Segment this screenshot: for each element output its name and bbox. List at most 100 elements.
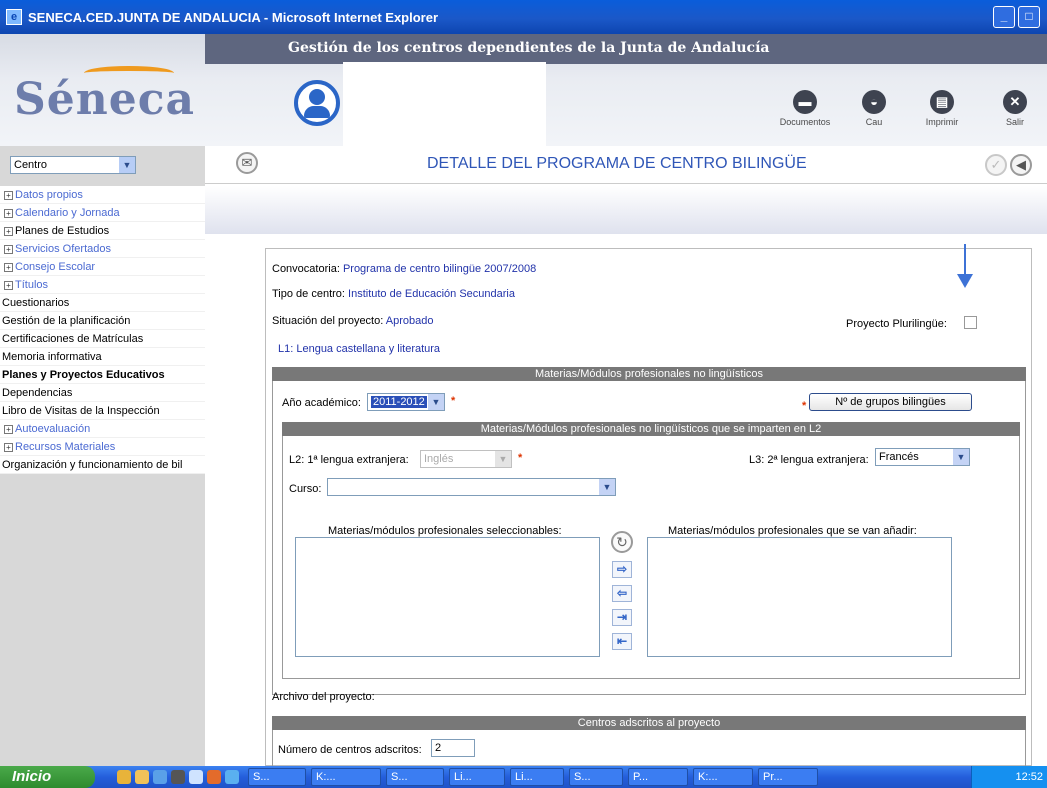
windows-taskbar: Inicio S... K:... S... Li... Li... S... P... K:… (0, 766, 1047, 788)
quicklaunch-icon[interactable] (153, 770, 167, 784)
documentos-button[interactable]: ▬ Documentos (775, 90, 835, 127)
page-title: DETALLE DEL PROGRAMA DE CENTRO BILINGÜE (427, 155, 807, 172)
required-mark: * (518, 452, 523, 464)
chevron-down-icon[interactable]: ▼ (119, 157, 135, 173)
taskbar-item[interactable]: S... (248, 768, 306, 786)
quicklaunch-icon[interactable] (207, 770, 221, 784)
sidebar-item-label: Servicios Ofertados (15, 243, 111, 255)
centro-select[interactable]: Centro ▼ (10, 156, 136, 174)
plurilingue-label: Proyecto Plurilingüe: (846, 318, 947, 330)
pointer-arrow-icon (957, 244, 973, 288)
required-mark: * (451, 395, 456, 407)
system-tray: 12:52 (971, 766, 1047, 788)
taskbar-item[interactable]: Pr... (758, 768, 818, 786)
imprimir-button[interactable]: ▤ Imprimir (912, 90, 972, 127)
taskbar-item[interactable]: P... (628, 768, 688, 786)
expand-icon[interactable]: + (4, 190, 13, 200)
anio-label: Año académico: (282, 397, 361, 409)
situacion-row: Situación del proyecto: Aprobado (272, 315, 434, 327)
seleccionables-list[interactable] (295, 537, 600, 657)
curso-select[interactable]: ▼ (327, 478, 616, 496)
sidebar-item-label: Datos propios (15, 189, 83, 201)
sidebar-item[interactable]: + Datos propios (0, 186, 205, 204)
sidebar-item[interactable]: Memoria informativa (0, 348, 205, 366)
anio-select[interactable]: 2011-2012 ▼ (367, 393, 445, 411)
chevron-down-icon[interactable]: ▼ (428, 394, 444, 410)
taskbar-item[interactable]: S... (386, 768, 444, 786)
move-left-button[interactable]: ⇦ (612, 585, 632, 602)
clock: 12:52 (1015, 771, 1043, 783)
l2-label: L2: 1ª lengua extranjera: (289, 454, 409, 466)
expand-icon[interactable]: + (4, 208, 13, 218)
taskbar-item[interactable]: S... (569, 768, 623, 786)
taskbar-item[interactable]: Li... (449, 768, 505, 786)
l3-select[interactable]: Francés ▼ (875, 448, 970, 466)
quicklaunch-icon[interactable] (135, 770, 149, 784)
move-all-left-button[interactable]: ⇤ (612, 633, 632, 650)
sidebar-item-label: Títulos (15, 279, 49, 291)
taskbar-item[interactable]: Li... (510, 768, 564, 786)
maximize-button[interactable]: □ (1018, 6, 1040, 28)
start-button[interactable]: Inicio (0, 766, 95, 788)
quick-launch (117, 770, 243, 784)
expand-icon[interactable]: + (4, 226, 13, 236)
sidebar-item[interactable]: + Autoevaluación (0, 420, 205, 438)
accept-icon[interactable]: ✓ (985, 154, 1007, 176)
exit-icon: ✕ (1003, 90, 1027, 114)
cau-icon: ◒ (862, 90, 886, 114)
move-right-button[interactable]: ⇨ (612, 561, 632, 578)
num-centros-input[interactable]: 2 (431, 739, 475, 757)
sidebar-item-label: Memoria informativa (2, 351, 102, 363)
print-icon: ▤ (930, 90, 954, 114)
expand-icon[interactable]: + (4, 442, 13, 452)
sidebar-item[interactable]: + Consejo Escolar (0, 258, 205, 276)
expand-icon[interactable]: + (4, 262, 13, 272)
sidebar-item[interactable]: Organización y funcionamiento de bil (0, 456, 205, 474)
sidebar-item[interactable]: + Calendario y Jornada (0, 204, 205, 222)
minimize-button[interactable]: _ (993, 6, 1015, 28)
header-gradient (205, 186, 1047, 234)
ie-icon: e (6, 9, 22, 25)
refresh-icon[interactable]: ↻ (611, 531, 633, 553)
quicklaunch-icon[interactable] (171, 770, 185, 784)
anadir-label: Materias/módulos profesionales que se va… (668, 525, 917, 537)
expand-icon[interactable]: + (4, 280, 13, 290)
sidebar-item[interactable]: + Servicios Ofertados (0, 240, 205, 258)
plurilingue-checkbox[interactable] (964, 316, 977, 329)
back-icon[interactable]: ◀ (1010, 154, 1032, 176)
sidebar-item[interactable]: + Títulos (0, 276, 205, 294)
sidebar-item-label: Gestión de la planificación (2, 315, 131, 327)
quicklaunch-icon[interactable] (225, 770, 239, 784)
anadir-list[interactable] (647, 537, 952, 657)
user-icon[interactable] (294, 80, 340, 126)
expand-icon[interactable]: + (4, 424, 13, 434)
sidebar-item[interactable]: Libro de Visitas de la Inspección (0, 402, 205, 420)
sidebar: Centro ▼ + Datos propios + Calendario y Jor… (0, 146, 205, 766)
sidebar-item[interactable]: Certificaciones de Matrículas (0, 330, 205, 348)
chevron-down-icon[interactable]: ▼ (599, 479, 615, 495)
sidebar-item[interactable]: Gestión de la planificación (0, 312, 205, 330)
sidebar-item[interactable]: + Recursos Materiales (0, 438, 205, 456)
sidebar-item[interactable]: + Planes de Estudios (0, 222, 205, 240)
taskbar-item[interactable]: K:... (693, 768, 753, 786)
quicklaunch-icon[interactable] (189, 770, 203, 784)
sidebar-item-label: Autoevaluación (15, 423, 91, 435)
page-header: ✉ DETALLE DEL PROGRAMA DE CENTRO BILINGÜ… (205, 146, 1047, 184)
sidebar-item[interactable]: Planes y Proyectos Educativos (0, 366, 205, 384)
chevron-down-icon[interactable]: ▼ (953, 449, 969, 465)
sidebar-item[interactable]: Cuestionarios (0, 294, 205, 312)
sidebar-item[interactable]: Dependencias (0, 384, 205, 402)
taskbar-item[interactable]: K:... (311, 768, 381, 786)
grupos-bilingues-button[interactable]: Nº de grupos bilingües (809, 393, 972, 411)
expand-icon[interactable]: + (4, 244, 13, 254)
section-l2: Materias/Módulos profesionales no lingüí… (282, 422, 1020, 436)
mail-icon[interactable]: ✉ (236, 152, 258, 174)
redacted-area (343, 62, 546, 148)
sidebar-item-label: Organización y funcionamiento de bil (2, 459, 183, 471)
tipo-centro-row: Tipo de centro: Instituto de Educación S… (272, 288, 515, 300)
convocatoria-value: Programa de centro bilingüe 2007/2008 (342, 263, 537, 275)
salir-button[interactable]: ✕ Salir (985, 90, 1045, 127)
move-all-right-button[interactable]: ⇥ (612, 609, 632, 626)
quicklaunch-icon[interactable] (117, 770, 131, 784)
cau-button[interactable]: ◒ Cau (844, 90, 904, 127)
